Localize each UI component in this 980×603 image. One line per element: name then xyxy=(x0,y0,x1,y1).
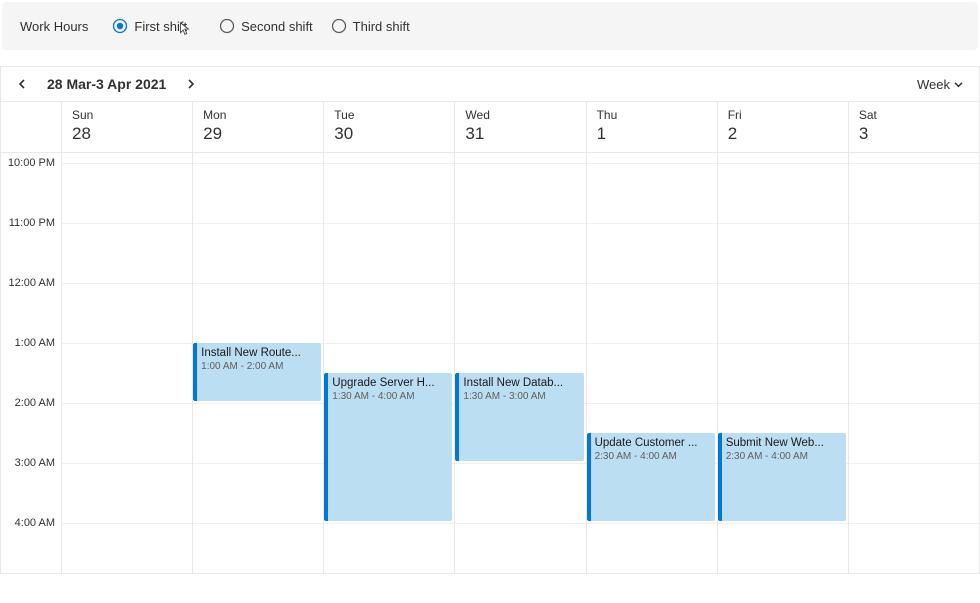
day-header-tue[interactable]: Tue 30 xyxy=(323,102,454,153)
work-hours-toolbar: Work Hours First shift Second shift Thir… xyxy=(2,2,978,50)
day-of-week: Tue xyxy=(334,108,444,122)
event-accent-bar xyxy=(587,433,591,521)
event-time: 1:00 AM - 2:00 AM xyxy=(201,361,315,372)
day-column-sun[interactable] xyxy=(61,153,192,573)
event-time: 2:30 AM - 4:00 AM xyxy=(726,451,840,462)
calendar-event[interactable]: Update Customer ... 2:30 AM - 4:00 AM xyxy=(587,433,715,521)
time-label: 12:00 AM xyxy=(9,277,55,289)
day-column-wed[interactable]: Install New Datab... 1:30 AM - 3:00 AM xyxy=(454,153,585,573)
calendar-header: 28 Mar-3 Apr 2021 Week xyxy=(0,66,980,101)
day-of-week: Fri xyxy=(728,108,838,122)
event-title: Upgrade Server H... xyxy=(332,377,446,389)
day-column-mon[interactable]: Install New Route... 1:00 AM - 2:00 AM xyxy=(192,153,323,573)
event-accent-bar xyxy=(324,373,328,521)
time-label: 11:00 PM xyxy=(9,217,55,229)
time-label: 1:00 AM xyxy=(15,337,55,349)
event-title: Install New Datab... xyxy=(463,377,577,389)
time-label: 2:00 AM xyxy=(15,397,55,409)
event-title: Install New Route... xyxy=(201,347,315,359)
calendar-event[interactable]: Install New Datab... 1:30 AM - 3:00 AM xyxy=(455,373,583,461)
event-time: 1:30 AM - 4:00 AM xyxy=(332,391,446,402)
time-label: 3:00 AM xyxy=(15,457,55,469)
day-column-tue[interactable]: Upgrade Server H... 1:30 AM - 4:00 AM xyxy=(323,153,454,573)
view-selector-label: Week xyxy=(917,77,950,92)
event-time: 1:30 AM - 3:00 AM xyxy=(463,391,577,402)
time-column: 10:00 PM 11:00 PM 12:00 AM 1:00 AM 2:00 AM 3:… xyxy=(1,153,61,573)
second-shift-radio[interactable]: Second shift xyxy=(219,18,313,34)
day-header-wed[interactable]: Wed 31 xyxy=(454,102,585,153)
event-accent-bar xyxy=(718,433,722,521)
prev-week-button[interactable] xyxy=(11,73,33,95)
shift-radio-group: First shift Second shift Third shift xyxy=(112,18,409,34)
event-title: Submit New Web... xyxy=(726,437,840,449)
calendar-event[interactable]: Install New Route... 1:00 AM - 2:00 AM xyxy=(193,343,321,401)
day-number: 29 xyxy=(203,124,313,144)
day-header-mon[interactable]: Mon 29 xyxy=(192,102,323,153)
event-accent-bar xyxy=(193,343,197,401)
cursor-icon xyxy=(176,22,192,41)
day-number: 1 xyxy=(597,124,707,144)
day-header-sun[interactable]: Sun 28 xyxy=(61,102,192,153)
day-number: 31 xyxy=(465,124,575,144)
day-header-fri[interactable]: Fri 2 xyxy=(717,102,848,153)
calendar-nav: 28 Mar-3 Apr 2021 xyxy=(11,73,202,95)
work-hours-label: Work Hours xyxy=(20,19,88,34)
calendar-event[interactable]: Upgrade Server H... 1:30 AM - 4:00 AM xyxy=(324,373,452,521)
day-of-week: Thu xyxy=(597,108,707,122)
day-column-sat[interactable] xyxy=(848,153,979,573)
day-of-week: Sat xyxy=(859,108,969,122)
day-header-sat[interactable]: Sat 3 xyxy=(848,102,979,153)
calendar-grid: Sun 28 Mon 29 Tue 30 Wed 31 Thu 1 Fri 2 … xyxy=(0,101,980,574)
third-shift-label: Third shift xyxy=(353,19,410,34)
time-label: 4:00 AM xyxy=(15,517,55,529)
event-title: Update Customer ... xyxy=(595,437,709,449)
day-of-week: Wed xyxy=(465,108,575,122)
day-number: 3 xyxy=(859,124,969,144)
time-column-header xyxy=(1,102,61,153)
third-shift-radio[interactable]: Third shift xyxy=(331,18,410,34)
view-selector[interactable]: Week xyxy=(917,77,969,92)
time-label: 10:00 PM xyxy=(8,157,55,169)
day-column-thu[interactable]: Update Customer ... 2:30 AM - 4:00 AM xyxy=(586,153,717,573)
day-of-week: Sun xyxy=(72,108,182,122)
day-column-fri[interactable]: Submit New Web... 2:30 AM - 4:00 AM xyxy=(717,153,848,573)
date-range-label: 28 Mar-3 Apr 2021 xyxy=(47,76,166,92)
day-number: 28 xyxy=(72,124,182,144)
first-shift-radio[interactable]: First shift xyxy=(112,18,187,34)
event-time: 2:30 AM - 4:00 AM xyxy=(595,451,709,462)
event-accent-bar xyxy=(455,373,459,461)
next-week-button[interactable] xyxy=(180,73,202,95)
day-header-thu[interactable]: Thu 1 xyxy=(586,102,717,153)
second-shift-label: Second shift xyxy=(241,19,313,34)
day-number: 2 xyxy=(728,124,838,144)
day-number: 30 xyxy=(334,124,444,144)
chevron-down-icon xyxy=(954,77,963,92)
calendar-event[interactable]: Submit New Web... 2:30 AM - 4:00 AM xyxy=(718,433,846,521)
day-of-week: Mon xyxy=(203,108,313,122)
